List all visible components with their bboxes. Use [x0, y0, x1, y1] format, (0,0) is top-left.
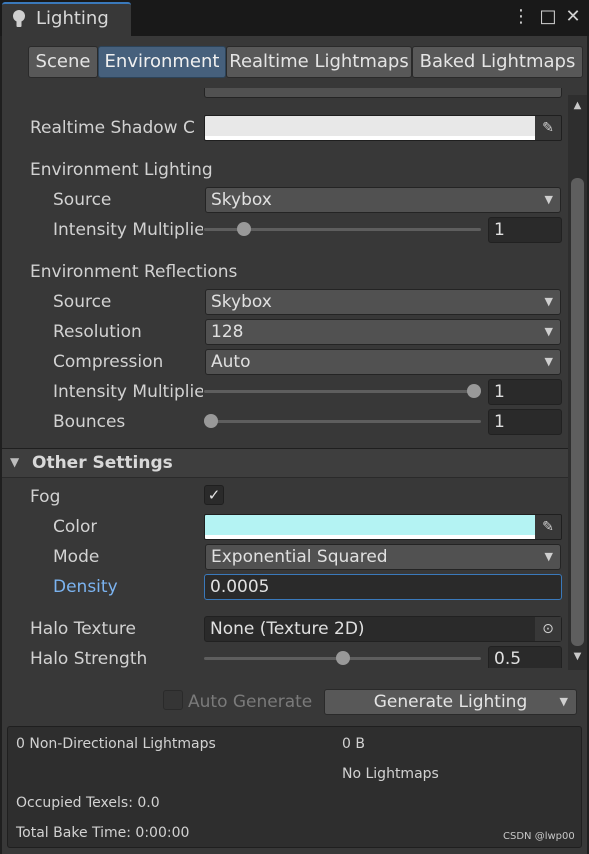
compression-label: Compression	[53, 352, 164, 372]
lightmap-stats-box: 0 Non-Directional Lightmaps 0 B No Light…	[7, 726, 582, 848]
env-lighting-intensity-label: Intensity Multiplie	[53, 220, 203, 240]
shadow-alpha-bar	[205, 136, 535, 140]
fog-label: Fog	[30, 487, 61, 507]
object-picker-icon[interactable]: ⊙	[535, 617, 561, 641]
generate-lighting-label: Generate Lighting	[373, 692, 528, 712]
halo-strength-label: Halo Strength	[30, 649, 148, 668]
lightmap-size-text: 0 B	[342, 736, 365, 752]
fog-checkbox[interactable]: ✓	[204, 485, 224, 505]
env-reflections-intensity-label: Intensity Multiplie	[53, 382, 203, 402]
inspector-content: Realtime Shadow C ✎ Environment Lighting…	[2, 88, 568, 668]
fog-mode-label: Mode	[53, 547, 100, 567]
window-title: Lighting	[36, 8, 109, 29]
halo-texture-value: None (Texture 2D)	[210, 619, 365, 639]
bounces-label: Bounces	[53, 412, 126, 432]
fog-alpha-bar	[205, 535, 535, 539]
env-reflections-intensity-track[interactable]	[204, 390, 481, 393]
bounces-input[interactable]: 1	[488, 409, 562, 435]
lightbulb-icon	[13, 10, 25, 27]
clipped-field	[204, 88, 562, 98]
env-reflections-source-dropdown[interactable]: Skybox	[205, 289, 561, 315]
halo-texture-label: Halo Texture	[30, 619, 136, 639]
kebab-menu-icon[interactable]: ⋮	[510, 6, 532, 28]
tab-baked-lightmaps[interactable]: Baked Lightmaps	[412, 46, 583, 78]
scroll-up-icon[interactable]: ▲	[571, 100, 584, 111]
tab-environment[interactable]: Environment	[98, 46, 226, 78]
bounces-track[interactable]	[204, 420, 481, 423]
fog-mode-dropdown[interactable]: Exponential Squared	[205, 544, 561, 570]
resolution-dropdown[interactable]: 128	[205, 319, 561, 345]
resolution-label: Resolution	[53, 322, 142, 342]
env-reflections-source-label: Source	[53, 292, 112, 312]
halo-strength-input[interactable]: 0.5	[488, 646, 562, 668]
generate-lighting-button[interactable]: Generate Lighting ▼	[324, 689, 577, 715]
chevron-down-icon[interactable]: ▼	[560, 690, 568, 714]
fog-density-input[interactable]: 0.0005	[204, 574, 562, 600]
other-settings-foldout[interactable]: ▼ Other Settings	[2, 448, 568, 478]
auto-generate-checkbox[interactable]	[163, 690, 183, 710]
env-lighting-source-label: Source	[53, 190, 112, 210]
maximize-icon[interactable]: □	[537, 6, 559, 28]
env-reflections-intensity-input[interactable]: 1	[488, 379, 562, 405]
lightmap-count-text: 0 Non-Directional Lightmaps	[16, 736, 216, 752]
fog-density-label: Density	[53, 577, 118, 597]
eyedropper-icon[interactable]: ✎	[535, 116, 561, 140]
env-lighting-intensity-input[interactable]: 1	[488, 217, 562, 243]
scroll-down-icon[interactable]: ▼	[571, 651, 584, 662]
close-icon[interactable]: ✕	[562, 6, 584, 28]
total-bake-time-text: Total Bake Time: 0:00:00	[16, 825, 190, 841]
eyedropper-icon[interactable]: ✎	[535, 515, 561, 539]
tab-scene[interactable]: Scene	[28, 46, 98, 78]
scrollbar-thumb[interactable]	[571, 178, 584, 646]
bounces-knob[interactable]	[204, 414, 218, 428]
environment-lighting-header: Environment Lighting	[30, 160, 213, 180]
halo-strength-knob[interactable]	[335, 651, 350, 665]
foldout-arrow-icon[interactable]: ▼	[10, 455, 19, 469]
fog-color-field[interactable]: ✎	[204, 514, 562, 540]
fog-color-swatch	[205, 515, 535, 535]
fog-color-label: Color	[53, 517, 98, 537]
realtime-shadow-color-label: Realtime Shadow C	[30, 118, 195, 138]
environment-reflections-header: Environment Reflections	[30, 262, 238, 282]
env-reflections-intensity-knob[interactable]	[467, 384, 481, 398]
shadow-color-swatch	[205, 116, 535, 136]
compression-dropdown[interactable]: Auto	[205, 349, 561, 375]
tab-realtime-lightmaps[interactable]: Realtime Lightmaps	[226, 46, 412, 78]
env-lighting-source-dropdown[interactable]: Skybox	[205, 187, 561, 213]
env-lighting-intensity-knob[interactable]	[236, 222, 251, 236]
occupied-texels-text: Occupied Texels: 0.0	[16, 795, 160, 811]
other-settings-header: Other Settings	[32, 453, 173, 473]
realtime-shadow-color-field[interactable]: ✎	[204, 115, 562, 141]
watermark: CSDN @lwp00	[503, 831, 575, 842]
halo-texture-field[interactable]: None (Texture 2D) ⊙	[204, 616, 562, 642]
auto-generate-label: Auto Generate	[188, 692, 313, 712]
no-lightmaps-text: No Lightmaps	[342, 766, 439, 782]
